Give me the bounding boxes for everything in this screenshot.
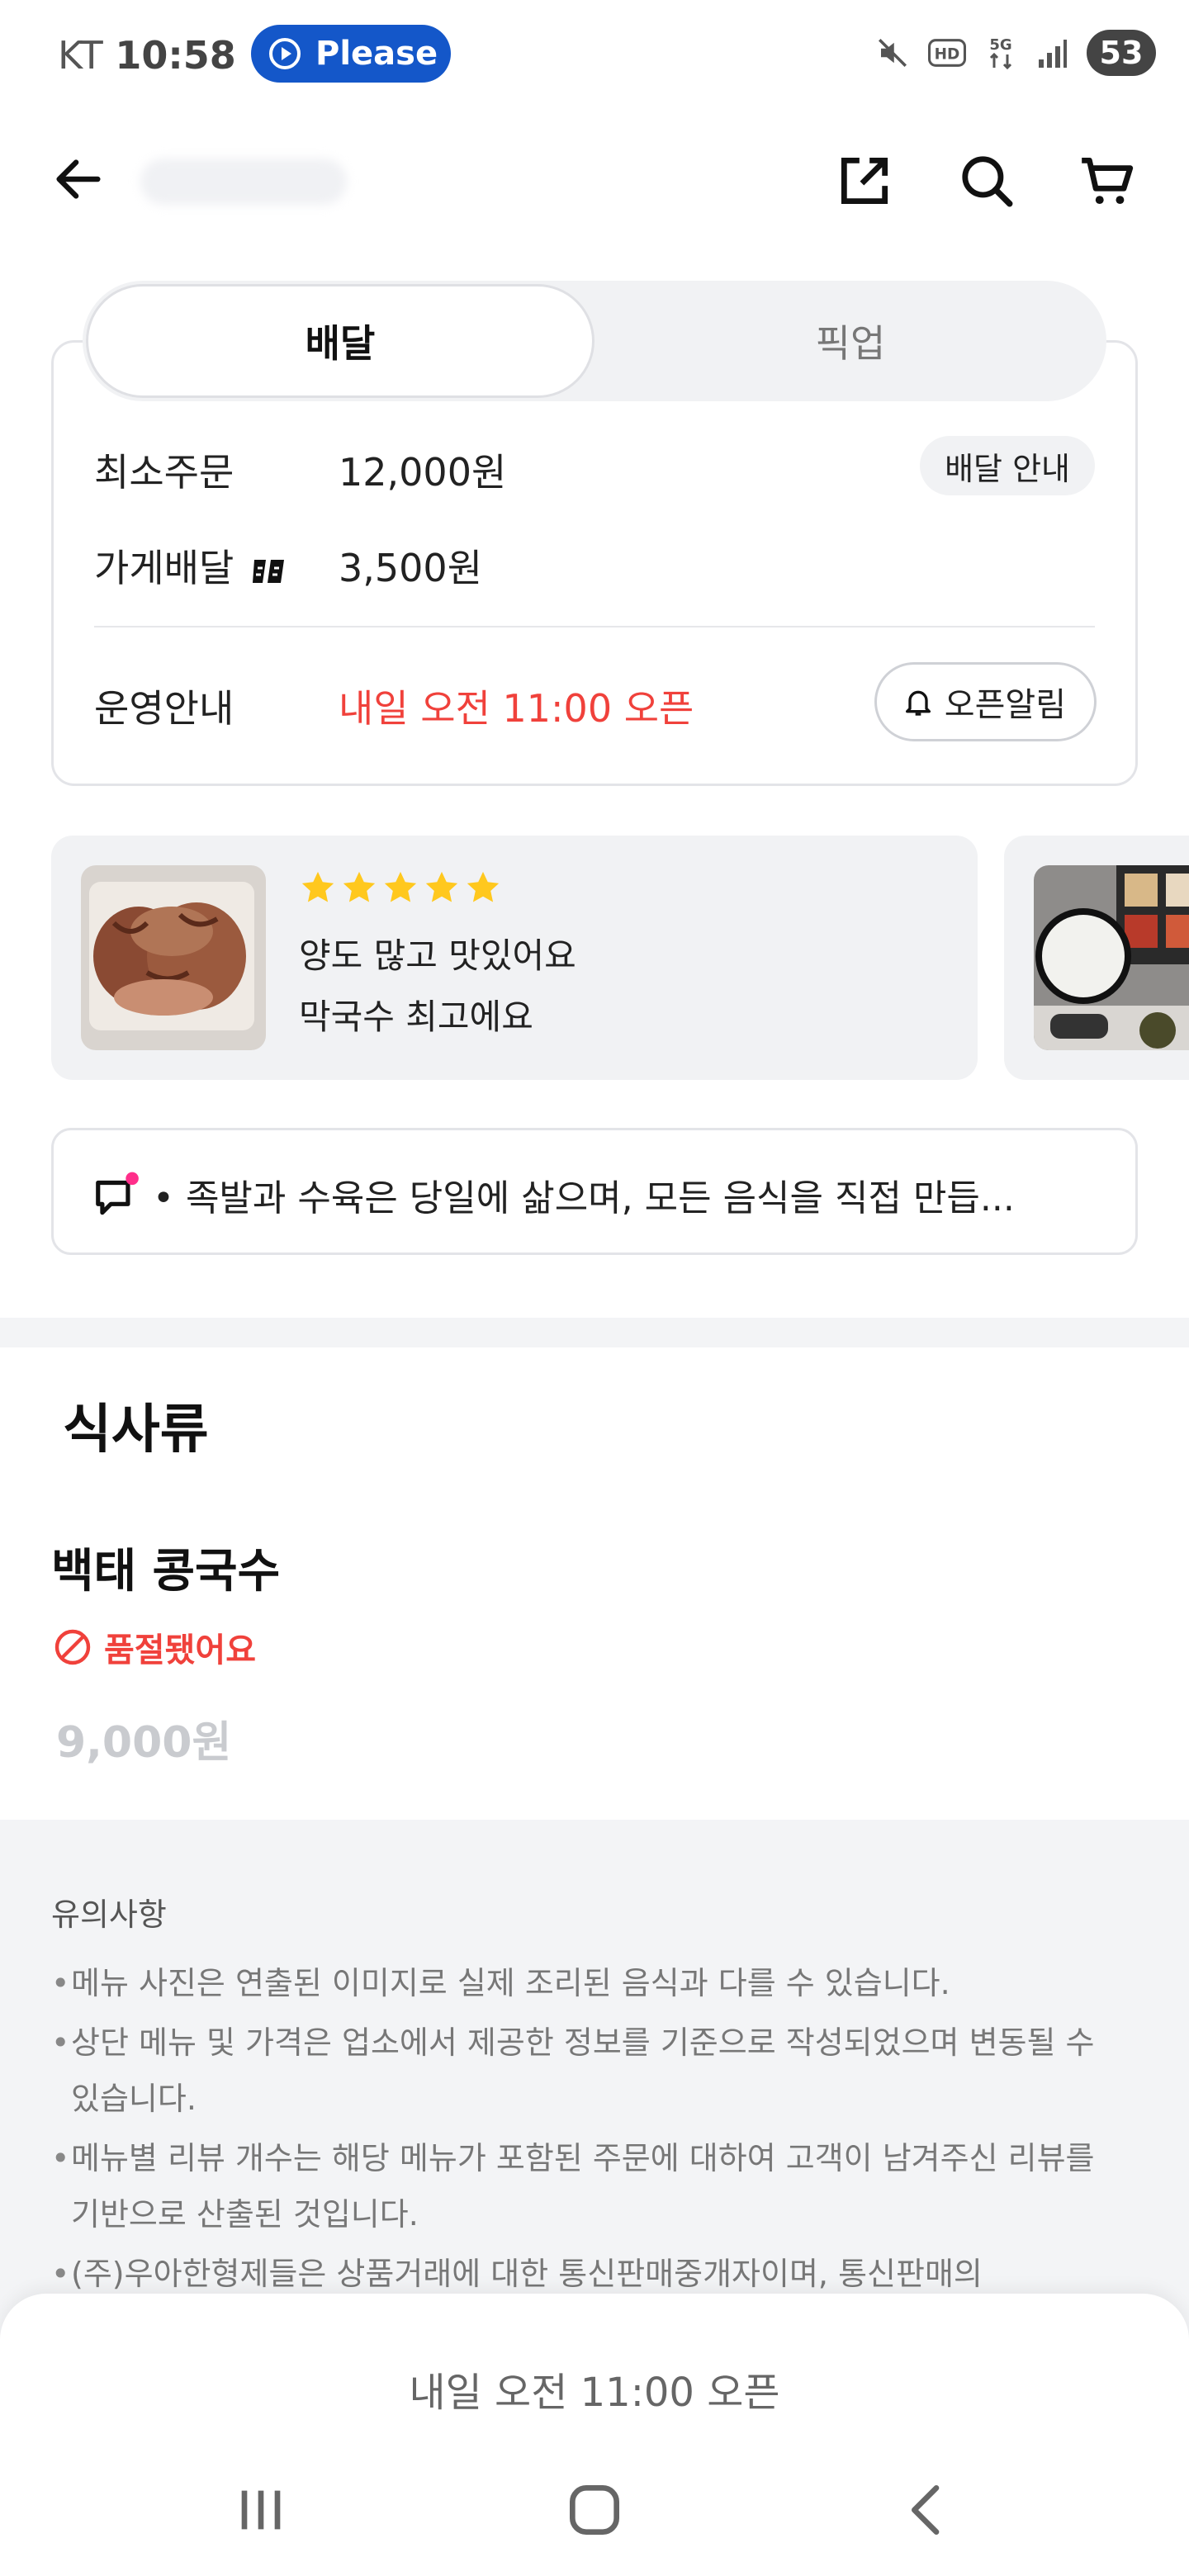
status-carrier-time: KT 10:58: [58, 33, 236, 78]
bell-icon: [905, 690, 931, 716]
home-icon[interactable]: [561, 2477, 628, 2543]
back-nav-icon[interactable]: [895, 2477, 961, 2543]
star-icon: [425, 871, 458, 902]
disclaimer-item: 메뉴별 리뷰 개수는 해당 메뉴가 포함된 주문에 대하여 고객이 남겨주신 리…: [51, 2130, 1125, 2242]
star-icon: [301, 871, 334, 902]
store-delivery-fee: 3,500원: [339, 546, 483, 590]
review-card[interactable]: [1004, 836, 1189, 1080]
open-time-label: 내일 오전 11:00 오픈: [409, 2370, 780, 2416]
pill-label: Please: [315, 35, 438, 73]
disclaimer-title: 유의사항: [51, 1896, 167, 1933]
notice-speech-icon: [96, 1172, 139, 1215]
share-icon[interactable]: [834, 150, 895, 211]
soldout-badge: 품절됐어요: [53, 1623, 256, 1671]
disclaimer-item: 상단 메뉴 및 가격은 업소에서 제공한 정보를 기준으로 작성되었으며 변동될…: [51, 2015, 1125, 2127]
review-card[interactable]: 양도 많고 맛있어요 막국수 최고에요: [51, 836, 978, 1080]
star-icon: [467, 871, 500, 902]
clock: 10:58: [115, 33, 236, 78]
svg-text:5G: 5G: [989, 36, 1011, 54]
star-icon: [384, 871, 417, 902]
section-divider: [0, 1318, 1189, 1347]
open-alarm-label: 오픈알림: [944, 686, 1066, 724]
signal-icon: [1039, 40, 1067, 68]
search-icon[interactable]: [956, 150, 1017, 211]
cart-icon[interactable]: [1077, 150, 1138, 211]
min-order-value: 12,000원: [339, 450, 507, 495]
star-icon: [343, 871, 376, 902]
recent-apps-icon[interactable]: [228, 2477, 294, 2543]
notice-text: • 족발과 수육은 당일에 삶으며, 모든 음식을 직접 만듭...: [153, 1177, 1015, 1219]
order-type-tabs: 배달 픽업: [83, 281, 1106, 401]
disclaimer-list: 메뉴 사진은 연출된 이미지로 실제 조리된 음식과 다를 수 있습니다. 상단…: [51, 1955, 1125, 2305]
review-text-line1: 양도 많고 맛있어요: [299, 935, 576, 976]
section-title: 식사류: [63, 1399, 209, 1461]
menu-item-price: 9,000원: [56, 1718, 232, 1768]
review-photo: [1034, 865, 1189, 1050]
now-playing-pill[interactable]: Please: [251, 25, 451, 83]
back-arrow-icon[interactable]: [50, 150, 107, 208]
prohibited-icon: [54, 1629, 91, 1665]
review-photo: [81, 865, 266, 1050]
open-alarm-button[interactable]: 오픈알림: [874, 662, 1097, 741]
tab-pickup[interactable]: 픽업: [594, 281, 1106, 401]
mute-icon: [879, 39, 907, 67]
store-delivery-label: 가게배달: [94, 538, 289, 593]
status-bar: KT 10:58 Please HD 5G 53: [0, 0, 1189, 111]
carrier-label: KT: [58, 33, 103, 78]
store-delivery-text: 가게배달: [94, 546, 234, 590]
5g-icon: 5G: [989, 36, 1012, 70]
store-name-placeholder: [140, 159, 347, 205]
svg-text:HD: HD: [935, 46, 960, 64]
min-order-label: 최소주문: [94, 450, 234, 495]
baemin-delivery-logo-icon: [252, 559, 284, 583]
battery-indicator: 53: [1087, 30, 1156, 76]
store-notice-bar[interactable]: • 족발과 수육은 당일에 삶으며, 모든 음식을 직접 만듭...: [51, 1128, 1138, 1255]
rating-stars: [299, 869, 502, 907]
soldout-label: 품절됐어요: [104, 1631, 256, 1669]
disclaimer-item: 메뉴 사진은 연출된 이미지로 실제 조리된 음식과 다를 수 있습니다.: [51, 1955, 1125, 2011]
hd-icon: HD: [928, 39, 966, 67]
app-bar: [0, 124, 1189, 235]
operation-status: 내일 오전 11:00 오픈: [339, 686, 694, 731]
system-nav-bar: [0, 2444, 1189, 2576]
tab-delivery[interactable]: 배달: [86, 284, 594, 398]
play-icon: [269, 38, 301, 69]
menu-item-name[interactable]: 백태 콩국수: [51, 1534, 280, 1601]
delivery-info-button[interactable]: 배달 안내: [920, 436, 1095, 495]
info-divider: [94, 626, 1095, 627]
operation-label: 운영안내: [94, 686, 234, 731]
status-icons: HD 5G 53: [875, 28, 1156, 78]
review-text-line2: 막국수 최고에요: [299, 997, 533, 1037]
